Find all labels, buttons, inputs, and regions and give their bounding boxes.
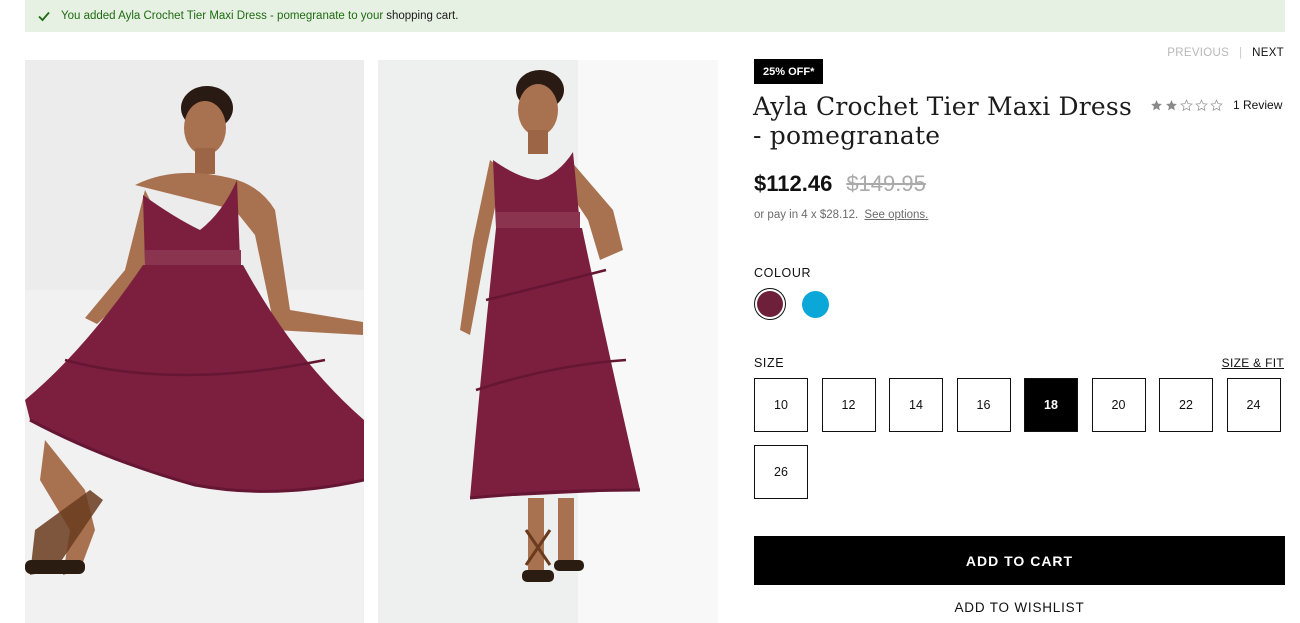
add-to-wishlist-button[interactable]: ADD TO WISHLIST <box>754 597 1285 617</box>
colour-swatches <box>754 288 844 320</box>
size-option-16[interactable]: 16 <box>956 378 1011 432</box>
installments-info: or pay in 4 x $28.12. See options. <box>754 209 928 221</box>
size-option-12[interactable]: 12 <box>821 378 876 432</box>
swatch-color-dot <box>757 291 783 317</box>
current-price: $112.46 <box>754 171 833 196</box>
size-options: 10 12 14 16 18 20 22 24 26 <box>754 378 1294 512</box>
swatch-pomegranate[interactable] <box>754 288 786 320</box>
see-options-link[interactable]: See options. <box>864 209 928 221</box>
seated-model-illustration <box>25 60 364 623</box>
banner-message: You added Ayla Crochet Tier Maxi Dress -… <box>61 10 384 22</box>
product-rating[interactable]: 1 Review <box>1150 98 1282 112</box>
original-price: $149.95 <box>846 171 926 196</box>
size-option-20[interactable]: 20 <box>1091 378 1146 432</box>
product-image-standing[interactable] <box>378 60 718 623</box>
swatch-color-dot <box>801 290 829 318</box>
size-option-24[interactable]: 24 <box>1226 378 1281 432</box>
size-label: SIZE <box>754 356 785 370</box>
installments-text: or pay in 4 x $28.12. <box>754 209 859 221</box>
price-block: $112.46 $149.95 <box>754 171 926 197</box>
product-pager: PREVIOUS | NEXT <box>1167 47 1284 59</box>
star-empty-icon <box>1210 98 1223 111</box>
star-filled-icon <box>1151 99 1162 110</box>
add-to-cart-button[interactable]: ADD TO CART <box>754 536 1285 585</box>
colour-label: COLOUR <box>754 266 812 280</box>
discount-badge: 25% OFF* <box>754 59 824 84</box>
product-image-seated[interactable] <box>25 60 364 623</box>
size-option-18[interactable]: 18 <box>1024 378 1078 432</box>
star-empty-icon <box>1195 98 1208 111</box>
pager-separator: | <box>1239 47 1243 59</box>
star-empty-icon <box>1180 98 1193 111</box>
size-option-14[interactable]: 14 <box>889 378 943 432</box>
standing-model-illustration <box>378 60 718 623</box>
shopping-cart-link[interactable]: shopping cart. <box>386 10 458 22</box>
size-option-22[interactable]: 22 <box>1159 378 1213 432</box>
size-option-26[interactable]: 26 <box>754 445 808 499</box>
rating-stars <box>1150 98 1225 112</box>
size-and-fit-link[interactable]: SIZE & FIT <box>1222 356 1284 370</box>
next-product-link[interactable]: NEXT <box>1252 47 1284 59</box>
review-count[interactable]: 1 Review <box>1233 98 1282 112</box>
cart-success-banner: You added Ayla Crochet Tier Maxi Dress -… <box>25 0 1285 32</box>
previous-product-link[interactable]: PREVIOUS <box>1167 47 1229 59</box>
star-filled-icon <box>1166 99 1177 110</box>
checkmark-icon <box>37 9 51 23</box>
swatch-blue[interactable] <box>799 288 831 320</box>
product-title: Ayla Crochet Tier Maxi Dress - pomegrana… <box>753 92 1132 150</box>
size-option-10[interactable]: 10 <box>754 378 808 432</box>
